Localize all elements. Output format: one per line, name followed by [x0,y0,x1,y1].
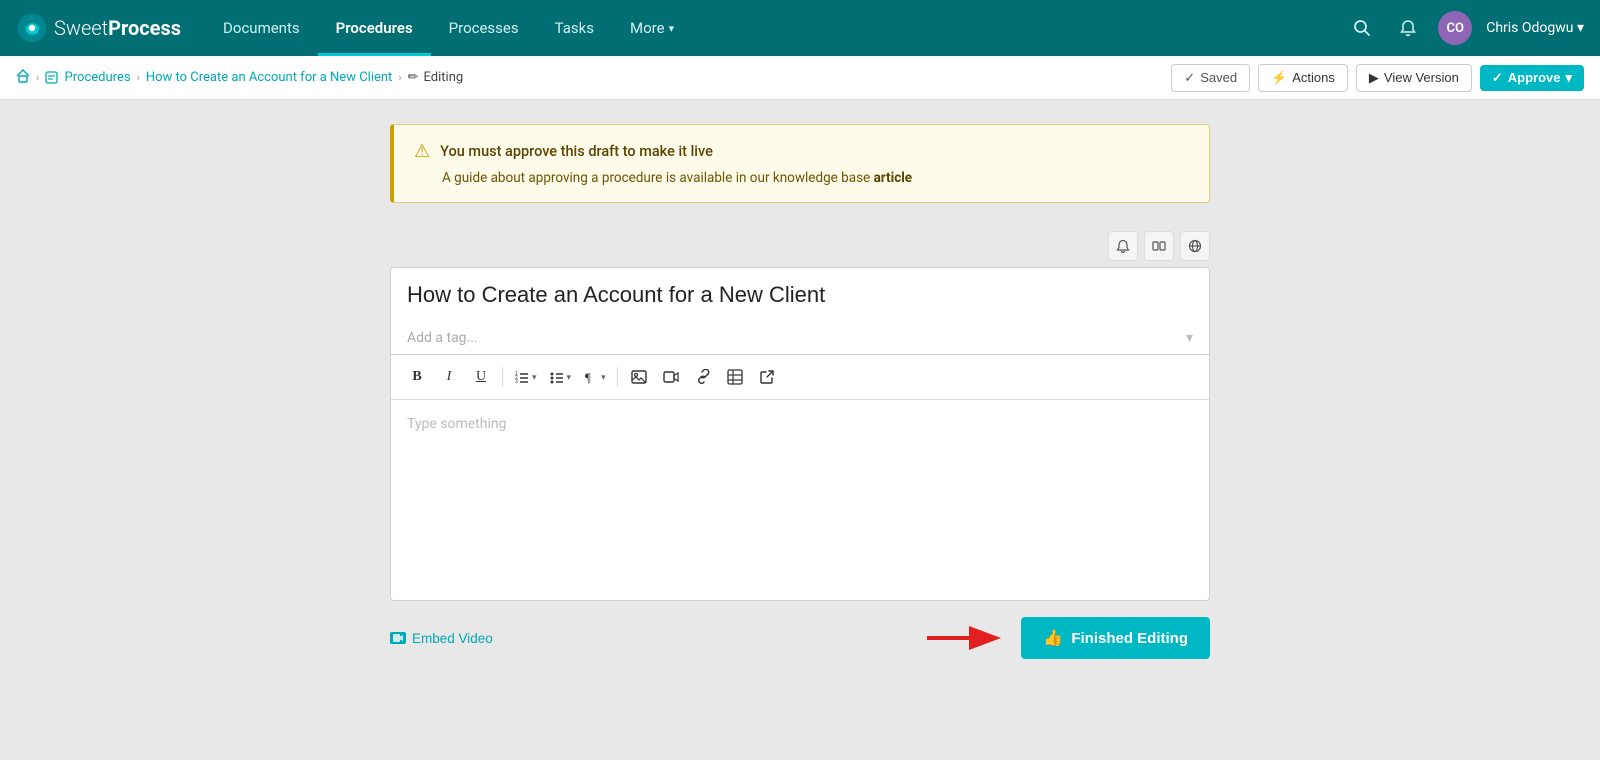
breadcrumb: › Procedures › How to Create an Account … [16,69,463,87]
editor-container: Add a tag... ▾ B I U 1 2 3 [390,231,1210,601]
unordered-list-button[interactable]: ▾ [545,363,576,391]
nav-right: CO Chris Odogwu ▾ [1346,11,1584,45]
editor-body[interactable]: Type something [391,400,1209,600]
paragraph-chevron-icon: ▾ [601,372,606,383]
breadcrumb-home[interactable] [16,69,30,87]
saved-button[interactable]: ✓ Saved [1171,64,1250,92]
more-chevron-icon: ▾ [669,22,675,35]
image-icon [631,369,647,385]
toolbar-sep-1 [502,367,503,387]
breadcrumb-sep-3: › [398,71,401,84]
warning-body: A guide about approving a procedure is a… [414,170,1189,186]
nav-more[interactable]: More ▾ [612,0,692,56]
nav-documents[interactable]: Documents [205,0,318,56]
bold-button[interactable]: B [403,363,431,391]
view-version-button[interactable]: ▶ View Version [1356,64,1472,92]
breadcrumb-actions: ✓ Saved ⚡ Actions ▶ View Version ✓ Appro… [1171,64,1584,92]
insert-image-button[interactable] [625,363,653,391]
insert-table-button[interactable] [721,363,749,391]
search-button[interactable] [1346,12,1378,44]
procedure-title-input[interactable] [390,267,1210,322]
editor-toolbar: B I U 1 2 3 ▾ [391,355,1209,400]
ordered-list-button[interactable]: 1 2 3 ▾ [510,363,541,391]
paragraph-icon: ¶ [583,369,599,385]
ordered-list-chevron-icon: ▾ [532,372,537,383]
user-name[interactable]: Chris Odogwu ▾ [1486,20,1584,36]
play-icon: ▶ [1369,70,1379,86]
language-settings-button[interactable] [1180,231,1210,261]
brand-logo-icon [16,12,48,44]
breadcrumb-procedure-title[interactable]: How to Create an Account for a New Clien… [146,70,392,85]
actions-button[interactable]: ⚡ Actions [1258,64,1348,92]
tag-input[interactable]: Add a tag... ▾ [390,322,1210,355]
finished-editing-button[interactable]: 👍 Finished Editing [1021,617,1210,659]
unordered-list-chevron-icon: ▾ [567,372,572,383]
table-icon [727,369,743,385]
rich-editor: B I U 1 2 3 ▾ [390,355,1210,601]
bell-editor-icon [1116,239,1130,253]
editor-bottom-row: Embed Video 👍 Finished Editing [390,617,1210,659]
video-embed-icon [393,634,403,642]
navbar: SweetProcess Documents Procedures Proces… [0,0,1600,56]
columns-settings-button[interactable] [1144,231,1174,261]
editor-top-icons [390,231,1210,261]
breadcrumb-sep-2: › [137,71,140,84]
lightning-icon: ⚡ [1271,70,1287,86]
nav-processes[interactable]: Processes [431,0,537,56]
unordered-list-icon [549,369,565,385]
checkmark-icon: ✓ [1492,70,1503,86]
embed-video-button[interactable]: Embed Video [390,631,493,646]
avatar: CO [1438,11,1472,45]
approve-button[interactable]: ✓ Approve ▾ [1480,65,1584,91]
search-icon [1353,19,1371,37]
insert-link-button[interactable] [689,363,717,391]
underline-button[interactable]: U [467,363,495,391]
breadcrumb-editing: ✏ Editing [408,70,464,85]
nav-links: Documents Procedures Processes Tasks Mor… [205,0,1346,56]
tag-placeholder: Add a tag... [407,330,478,346]
warning-title: ⚠ You must approve this draft to make it… [414,141,1189,162]
pencil-icon: ✏ [408,70,419,85]
globe-icon [1188,239,1202,253]
video-icon [663,369,679,385]
nav-tasks[interactable]: Tasks [537,0,612,56]
breadcrumb-procedures[interactable]: Procedures [45,70,130,85]
svg-text:¶: ¶ [585,370,591,385]
check-icon: ✓ [1184,70,1195,86]
warning-box: ⚠ You must approve this draft to make it… [390,124,1210,203]
breadcrumb-sep-1: › [36,71,39,84]
procedures-icon [45,71,58,84]
paragraph-button[interactable]: ¶ ▾ [579,363,610,391]
home-icon [16,69,30,83]
bell-nav-icon [1399,19,1417,37]
external-link-button[interactable] [753,363,781,391]
warning-icon: ⚠ [414,141,430,162]
ordered-list-icon: 1 2 3 [514,369,530,385]
main-content: ⚠ You must approve this draft to make it… [0,100,1600,683]
brand-logo-link[interactable]: SweetProcess [16,12,181,44]
insert-video-button[interactable] [657,363,685,391]
breadcrumb-bar: › Procedures › How to Create an Account … [0,56,1600,100]
nav-procedures[interactable]: Procedures [318,0,431,56]
svg-text:3: 3 [515,379,518,385]
warning-article-link[interactable]: article [874,170,913,186]
toolbar-sep-2 [617,367,618,387]
notification-settings-button[interactable] [1108,231,1138,261]
embed-video-icon [390,632,406,644]
columns-icon [1152,239,1166,253]
external-link-icon [759,369,775,385]
thumbsup-icon: 👍 [1043,628,1063,648]
red-arrow-icon [927,620,1007,656]
finished-editing-wrapper: 👍 Finished Editing [927,617,1210,659]
italic-button[interactable]: I [435,363,463,391]
tag-chevron-icon: ▾ [1186,330,1193,346]
editor-placeholder: Type something [407,416,506,432]
brand-name: SweetProcess [54,16,181,40]
approve-chevron-icon: ▾ [1565,70,1572,86]
link-icon [695,369,711,385]
notifications-button[interactable] [1392,12,1424,44]
